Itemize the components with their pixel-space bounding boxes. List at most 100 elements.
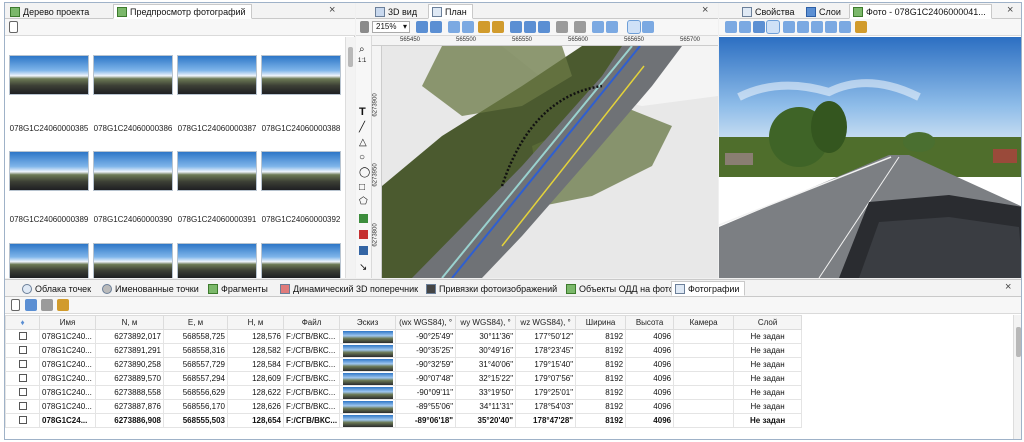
column-header[interactable]: wz WGS84), ° xyxy=(515,315,577,330)
photo-list-icon[interactable] xyxy=(725,21,737,33)
row-checkbox[interactable] xyxy=(18,359,27,368)
row-checkbox[interactable] xyxy=(18,345,27,354)
table-row[interactable]: 078G1C240... 6273887,876 568556,170 128,… xyxy=(5,399,803,414)
thumbnail-image[interactable] xyxy=(9,243,89,278)
thumbnail-image[interactable] xyxy=(177,243,257,278)
ellipse-tool-icon[interactable]: ◯ xyxy=(359,167,370,178)
table-row[interactable]: 078G1C240... 6273889,570 568557,294 128,… xyxy=(5,371,803,386)
close-icon[interactable]: × xyxy=(1005,282,1011,293)
select-frame-icon[interactable] xyxy=(592,21,604,33)
thumbnail-image[interactable] xyxy=(93,151,173,191)
thumbnail-image[interactable] xyxy=(93,243,173,278)
column-header[interactable]: (wx WGS84), ° xyxy=(395,315,457,330)
scrollbar-thumb[interactable] xyxy=(348,47,353,67)
row-checkbox[interactable] xyxy=(18,401,27,410)
thumbnail-image[interactable] xyxy=(261,151,341,191)
map-canvas[interactable] xyxy=(382,46,718,278)
column-header[interactable]: Имя xyxy=(39,315,96,330)
marker-tool-icon[interactable] xyxy=(359,246,368,255)
column-header[interactable]: N, м xyxy=(95,315,164,330)
filter-clear-icon[interactable] xyxy=(574,21,586,33)
row-checkbox[interactable] xyxy=(18,331,27,340)
tab-layers[interactable]: Слои xyxy=(803,4,846,19)
scale-icon[interactable]: 1:1 xyxy=(358,58,366,64)
column-header-pin[interactable]: ♦ xyxy=(5,315,40,330)
photo-grid-icon[interactable] xyxy=(739,21,751,33)
measure-tool-icon[interactable]: ↘ xyxy=(359,262,367,273)
tab-3d-view[interactable]: 3D вид xyxy=(372,4,422,19)
zoom-in-icon[interactable] xyxy=(797,21,809,33)
pan-hand-icon[interactable] xyxy=(478,21,490,33)
close-icon[interactable]: × xyxy=(1007,5,1013,16)
thumbnail-image[interactable] xyxy=(177,151,257,191)
table-row[interactable]: 078G1C240... 6273892,017 568558,725 128,… xyxy=(5,329,803,344)
table-row[interactable]: 078G1C240... 6273891,291 568558,316 128,… xyxy=(5,343,803,358)
column-header[interactable]: H, м xyxy=(227,315,284,330)
table-row-selected[interactable]: 078G1C24... 6273886,908 568555,503 128,6… xyxy=(5,413,803,428)
column-header[interactable]: wy WGS84), ° xyxy=(455,315,517,330)
circle-tool-icon[interactable]: ○ xyxy=(359,152,365,163)
tab-photo[interactable]: Фото - 078G1C2406000041... xyxy=(849,4,992,19)
new-document-icon[interactable] xyxy=(11,299,20,311)
zoom-out-icon[interactable] xyxy=(462,21,474,33)
route-tool-icon[interactable] xyxy=(359,230,368,239)
tab-cross-section[interactable]: Динамический 3D поперечник xyxy=(277,281,423,296)
tab-photo-preview[interactable]: Предпросмотр фотографий xyxy=(113,4,252,19)
column-header[interactable]: Высота xyxy=(625,315,675,330)
column-header[interactable]: Слой xyxy=(733,315,803,330)
binoculars-icon[interactable] xyxy=(25,299,37,311)
points-tool-icon[interactable] xyxy=(359,214,368,223)
cursor-icon[interactable] xyxy=(627,20,641,34)
close-icon[interactable]: × xyxy=(702,5,708,16)
text-tool-icon[interactable]: T xyxy=(359,106,366,118)
zoom-window-icon[interactable] xyxy=(430,21,442,33)
tab-properties[interactable]: Свойства xyxy=(739,4,800,19)
zoom-fit-icon[interactable] xyxy=(538,21,550,33)
column-header[interactable]: E, м xyxy=(163,315,228,330)
tab-plan[interactable]: План xyxy=(428,4,473,19)
new-document-icon[interactable] xyxy=(9,21,18,33)
polygon-tool-icon[interactable]: ⬠ xyxy=(359,196,368,207)
column-header[interactable]: Файл xyxy=(282,315,341,330)
zoom-next-icon[interactable] xyxy=(524,21,536,33)
tab-odd-objects[interactable]: Объекты ОДД на фото xyxy=(563,281,679,296)
scrollbar[interactable] xyxy=(345,37,355,278)
tools-icon[interactable] xyxy=(57,299,69,311)
scrollbar[interactable] xyxy=(1013,315,1021,439)
thumbnail-image[interactable] xyxy=(177,55,257,95)
snap-icon[interactable] xyxy=(642,21,654,33)
column-header[interactable]: Эскиз xyxy=(339,315,397,330)
tab-photos[interactable]: Фотографии xyxy=(671,281,746,296)
zoom-extent-icon[interactable] xyxy=(783,21,795,33)
tab-photo-bindings[interactable]: Привязки фотоизображений xyxy=(423,281,562,296)
table-row[interactable]: 078G1C240... 6273888,558 568556,629 128,… xyxy=(5,385,803,400)
zoom-in-icon[interactable] xyxy=(448,21,460,33)
thumbnail-image[interactable] xyxy=(93,55,173,95)
settings-icon[interactable] xyxy=(855,21,867,33)
close-icon[interactable]: × xyxy=(329,5,335,16)
thumbnail-image[interactable] xyxy=(9,151,89,191)
row-checkbox[interactable] xyxy=(18,415,27,424)
tab-project-tree[interactable]: Дерево проекта xyxy=(7,4,94,19)
column-header[interactable]: Ширина xyxy=(575,315,627,330)
target-icon[interactable] xyxy=(766,20,780,34)
row-checkbox[interactable] xyxy=(18,387,27,396)
zoom-fit-icon[interactable] xyxy=(825,21,837,33)
polyline-tool-icon[interactable]: △ xyxy=(359,137,367,148)
photo-view[interactable] xyxy=(719,37,1021,278)
table-grid-icon[interactable] xyxy=(41,299,53,311)
rotate-hand-icon[interactable] xyxy=(492,21,504,33)
zoom-actual-icon[interactable] xyxy=(839,21,851,33)
tab-named-points[interactable]: Именованные точки xyxy=(99,281,204,296)
thumbnail-image[interactable] xyxy=(9,55,89,95)
column-header[interactable]: Камера xyxy=(673,315,735,330)
thumbnail-image[interactable] xyxy=(261,243,341,278)
table-row[interactable]: 078G1C240... 6273890,258 568557,729 128,… xyxy=(5,357,803,372)
zoom-previous-icon[interactable] xyxy=(510,21,522,33)
line-tool-icon[interactable]: ╱ xyxy=(359,122,365,133)
row-checkbox[interactable] xyxy=(18,373,27,382)
thumbnail-image[interactable] xyxy=(261,55,341,95)
rectangle-tool-icon[interactable]: □ xyxy=(359,182,365,193)
tab-point-clouds[interactable]: Облака точек xyxy=(19,281,96,296)
filter-icon[interactable] xyxy=(556,21,568,33)
